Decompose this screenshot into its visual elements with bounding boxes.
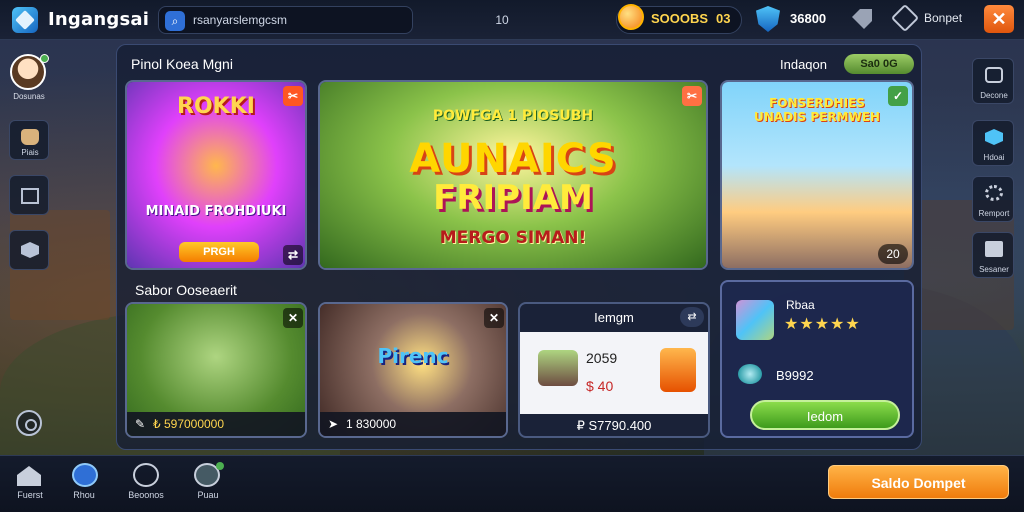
mail-icon [21, 188, 39, 204]
reward-title: Rbaa [786, 298, 815, 312]
camera-icon [985, 67, 1003, 83]
status-badge: Sa0 0G [844, 54, 914, 74]
bag-icon [21, 129, 39, 145]
nav-label-grid: Beoonos [128, 490, 164, 500]
sidebar-right-label: Decone [980, 91, 1008, 100]
hero-title: AUNAICS [409, 136, 617, 182]
gem-stack-icon [738, 364, 762, 384]
search-text: rsanyarslemgcsm [193, 13, 288, 27]
sidebar-item-bag[interactable]: Piais [9, 120, 49, 160]
nav-label-home: Fuerst [17, 490, 43, 500]
sidebar-item-cube[interactable] [9, 230, 49, 270]
reward-box-icon [660, 348, 696, 392]
shop-body: 2059 $ 40 [520, 332, 708, 414]
kart-close-icon[interactable]: ✕ [283, 308, 303, 328]
gear-icon [985, 185, 1003, 201]
game-card-kart[interactable]: ✕ ✎ ₺ 597000000 [125, 302, 307, 438]
search-box[interactable]: ⌕ rsanyarslemgcsm 10 [158, 6, 509, 34]
featured-card-race[interactable]: ✓ FONSERDHIES UNADIS PERMWEH 20 [720, 80, 914, 270]
coin-value: SOOOBS [651, 11, 709, 26]
sidebar-right-label: Hdoai [983, 153, 1005, 162]
featured-card-hero[interactable]: ✂ POWFGA 1 PIOSUBH AUNAICS FRIPIAM MERGO… [318, 80, 708, 270]
nav-label-compass: Rhou [73, 490, 95, 500]
coin-icon [618, 4, 644, 30]
shield-icon [985, 129, 1003, 145]
shop-value-2: $ 40 [586, 378, 614, 394]
pirenc-title: Pirenc [377, 344, 449, 368]
nav-item-home[interactable] [4, 8, 54, 486]
shop-header: Iemgm ⇄ [520, 304, 708, 332]
section-title-featured: Pinol Koea Mgni [131, 56, 233, 72]
rating-stars: ★★★★★ [784, 316, 861, 333]
shop-value-1: 2059 [586, 350, 618, 366]
gift-box-icon [736, 300, 774, 340]
coin-extra: 03 [716, 11, 731, 26]
gem-value: 36800 [790, 11, 827, 26]
hero-title-line2: FRIPIAM [433, 178, 593, 218]
featured-card-rokki[interactable]: ✂ ROKKI MINAID FROHDIUKI PRGH ⇄ [125, 80, 307, 270]
price-tag-icon: ✎ [135, 417, 146, 431]
sidebar-right-item-gear[interactable]: Remport [972, 176, 1014, 222]
reward-card[interactable]: Rbaa ★★★★★ B9992 Iedom [720, 280, 914, 438]
app-title: Ingangsai [48, 9, 150, 30]
sidebar-item-mail[interactable] [9, 175, 49, 215]
hero-top-text: POWFGA 1 PIOSUBH [432, 108, 594, 124]
shield-icon[interactable] [756, 6, 780, 32]
store-icon [985, 241, 1003, 257]
shop-price: ₽ S7790.400 [576, 418, 652, 433]
nav-label-brush: Puau [197, 490, 219, 500]
avatar-label: Dosunas [13, 92, 45, 101]
game-card-pirenc[interactable]: ✕ Pirenc ➤ 1 830000 [318, 302, 508, 438]
sidebar-right-item-camera[interactable]: Decone [972, 58, 1014, 104]
grid-icon[interactable] [133, 463, 159, 487]
pirenc-price-bar: ➤ 1 830000 [320, 412, 506, 436]
card-title: ROKKI [177, 94, 255, 119]
chest-icon [538, 350, 578, 386]
sidebar-item-label: Piais [21, 148, 39, 157]
sidebar-right-item-shield[interactable]: Hdoai [972, 120, 1014, 166]
close-button[interactable]: ✕ [984, 5, 1014, 33]
kart-price: ₺ 597000000 [153, 417, 225, 431]
hero-badge-icon: ✂ [682, 86, 702, 106]
section-title-lower: Sabor Ooseaerit [135, 282, 237, 298]
pirenc-price: 1 830000 [346, 417, 397, 431]
settings-ring-icon[interactable] [16, 410, 42, 436]
section-title-featured-right: Indaqon [780, 57, 827, 72]
top-bar: Ingangsai ⌕ rsanyarslemgcsm 10 SOOOBS 03… [0, 0, 1024, 40]
online-status-dot [40, 54, 49, 63]
cube-icon [21, 242, 39, 258]
shop-link-icon[interactable]: ⇄ [680, 307, 704, 327]
race-title: UNADIS PERMWEH [754, 110, 880, 124]
shop-card[interactable]: Iemgm ⇄ 2059 $ 40 ₽ S7790.400 [518, 302, 710, 438]
notification-dot [216, 462, 224, 470]
user-label[interactable]: Bonpet [924, 11, 962, 25]
sidebar-right-label: Remport [978, 209, 1010, 218]
reward-value: B9992 [776, 368, 814, 383]
wallet-balance-button[interactable]: Saldo Dompet [828, 465, 1009, 499]
sidebar-right-item-store[interactable]: Sesaner [972, 232, 1014, 278]
hero-subtitle: MERGO SIMAN! [439, 228, 587, 248]
card-subtitle: MINAID FROHDIUKI [145, 204, 287, 219]
tag-icon[interactable] [852, 9, 872, 29]
search-icon: ⌕ [165, 11, 185, 31]
notification-icon[interactable] [890, 3, 920, 33]
compass-icon[interactable] [72, 463, 98, 487]
price-tag-icon: ➤ [328, 417, 339, 431]
card-play-button[interactable]: PRGH [179, 242, 259, 262]
sidebar-right-label: Sesaner [979, 265, 1009, 274]
race-top-text: FONSERDHIES [769, 96, 865, 110]
kart-price-bar: ✎ ₺ 597000000 [127, 412, 305, 436]
card-share-icon[interactable]: ⇄ [283, 245, 303, 265]
pirenc-close-icon[interactable]: ✕ [484, 308, 504, 328]
search-count: 10 [495, 13, 509, 27]
claim-button[interactable]: Iedom [750, 400, 900, 430]
race-count-badge: 20 [878, 244, 908, 264]
